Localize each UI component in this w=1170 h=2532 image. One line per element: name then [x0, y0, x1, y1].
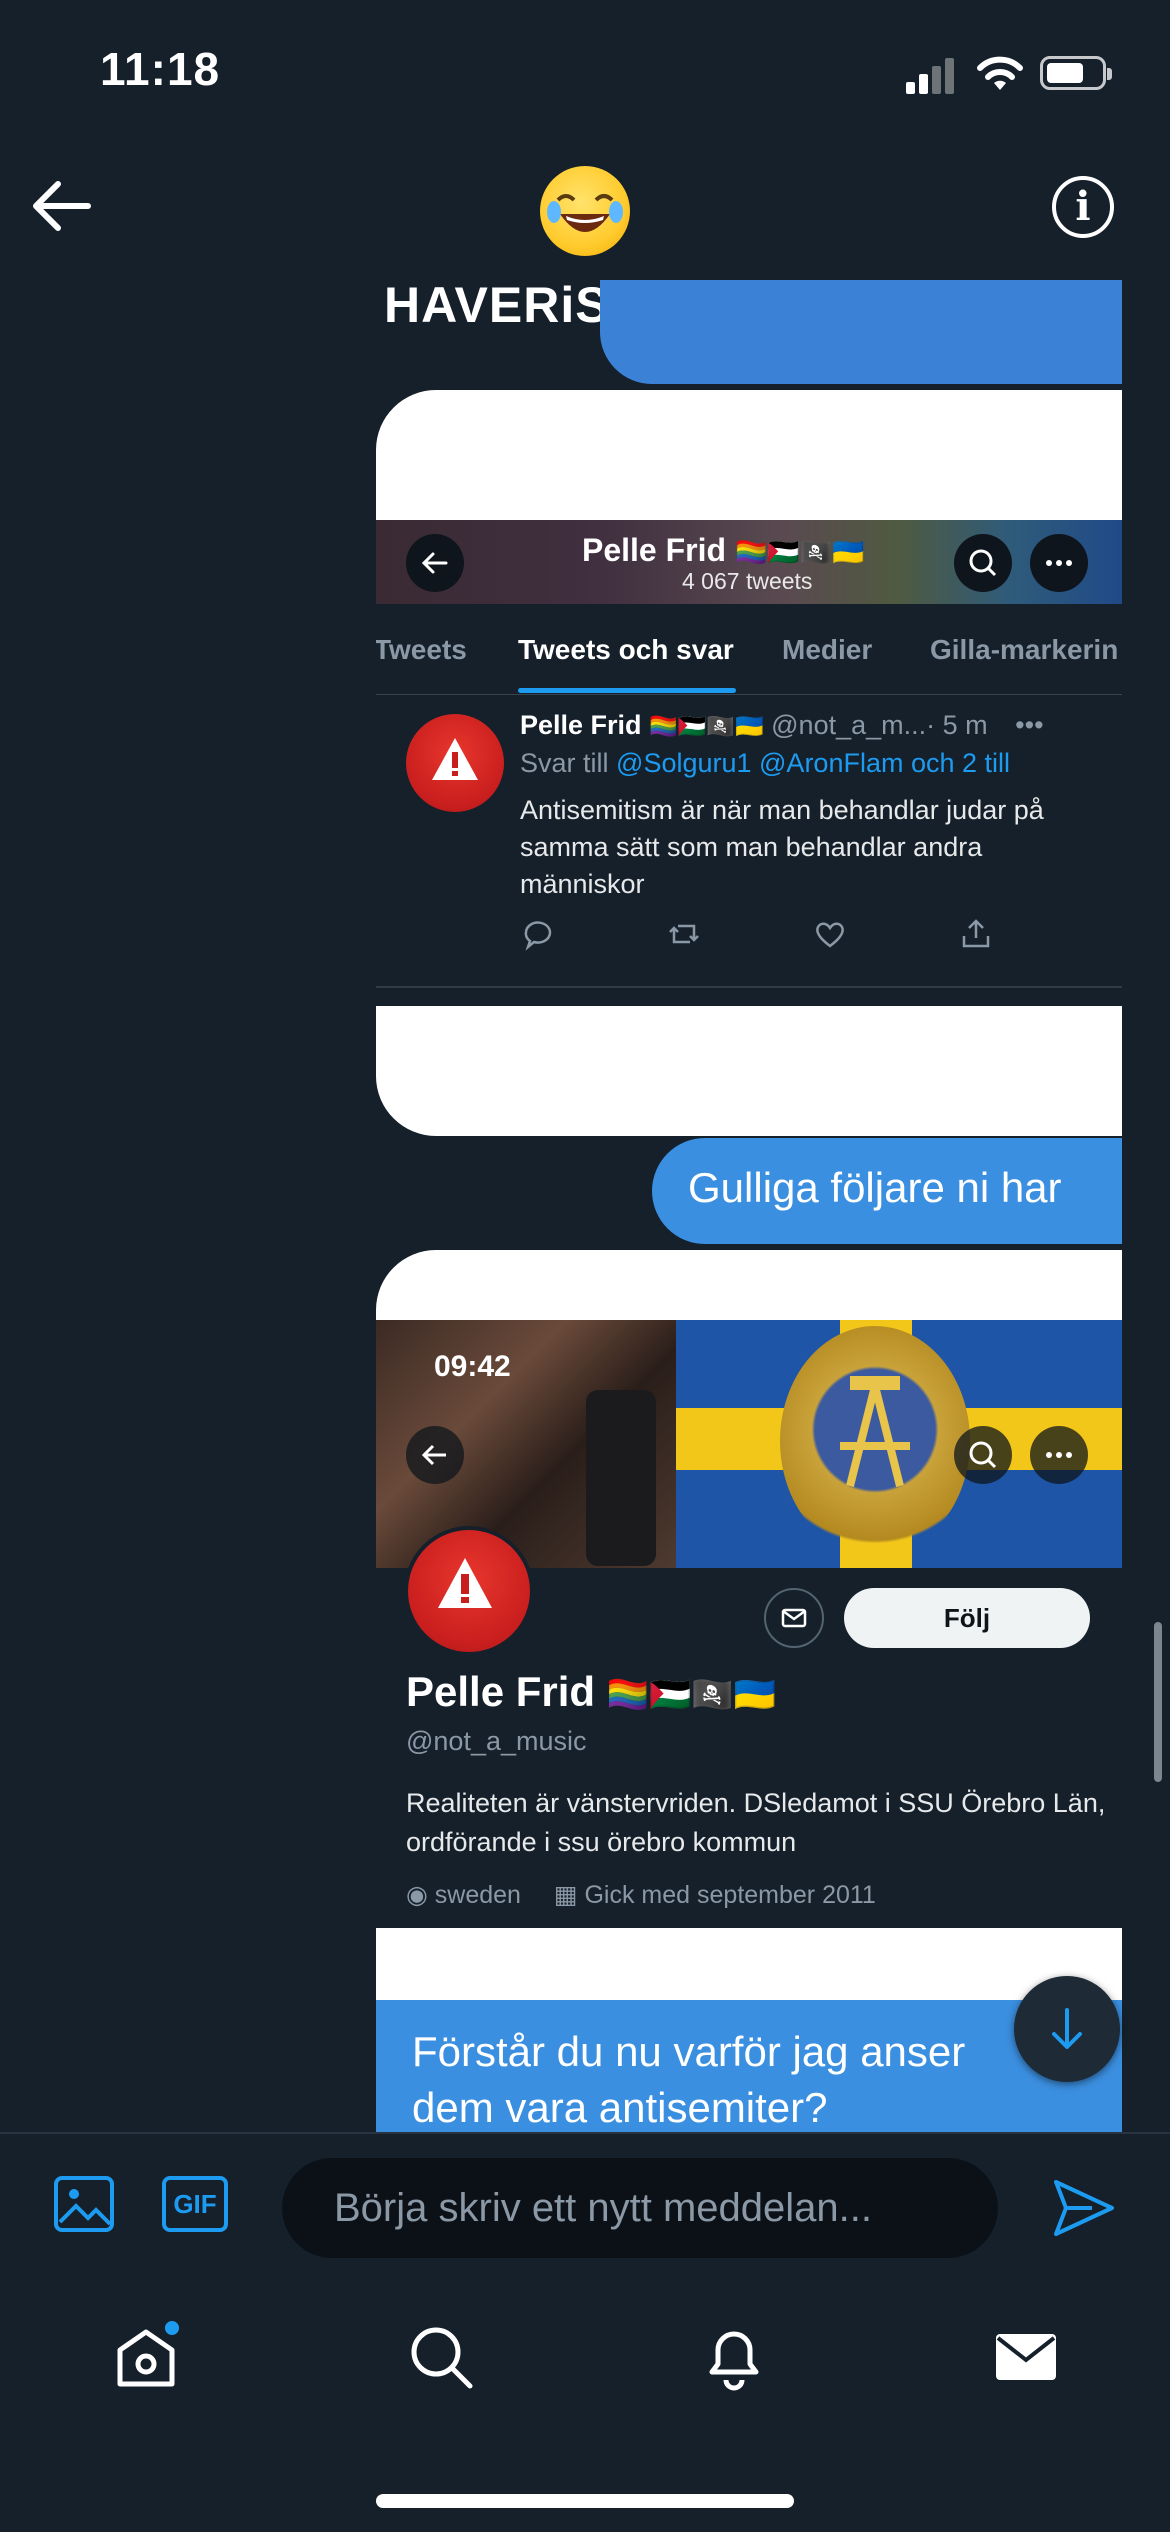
tweet-header: Pelle Frid 🏳️‍🌈🇵🇸🏴‍☠️🇺🇦 @not_a_m...· 5 m… — [520, 710, 1044, 740]
home-icon[interactable] — [110, 2320, 182, 2392]
scrollbar[interactable] — [1154, 1622, 1162, 1782]
active-tab-indicator — [518, 688, 736, 693]
sent-message-bubble[interactable]: Förstår du nu varför jag anser dem vara … — [376, 2000, 1122, 2140]
reply-icon — [520, 916, 556, 952]
message-input[interactable]: Börja skriv ett nytt meddelan... — [282, 2158, 998, 2258]
status-time: 11:18 — [100, 43, 221, 95]
message-text: Förstår du nu varför jag anser dem vara … — [412, 2028, 966, 2131]
reply-to-line: Svar till @Solguru1 @AronFlam och 2 till — [520, 748, 1011, 778]
image-message-bottom — [376, 1006, 1122, 1136]
message-input-placeholder: Börja skriv ett nytt meddelan... — [334, 2186, 873, 2230]
emblem-image — [780, 1326, 970, 1556]
search-icon — [954, 1426, 1012, 1484]
image-message-top — [376, 390, 1122, 530]
tab-tweets: Tweets — [376, 634, 467, 665]
image-message-tweet-screenshot[interactable]: Pelle Frid 🏳️‍🌈🇵🇸🏴‍☠️🇺🇦 4 067 tweets Twe… — [376, 520, 1122, 990]
phone-image — [586, 1390, 656, 1566]
calendar-icon: ▦ — [553, 1881, 578, 1909]
profile-meta: ◉ sweden ▦ Gick med september 2011 — [406, 1881, 876, 1909]
profile-name: Pelle Frid 🏳️‍🌈🇵🇸🏴‍☠️🇺🇦 — [406, 1668, 777, 1715]
image-message-profile-screenshot[interactable]: 09:42 Följ Pelle Frid 🏳️‍🌈🇵🇸🏴‍☠️🇺🇦 @not_… — [376, 1320, 1122, 1928]
tab-gilla-markeringar: Gilla-markerin — [930, 634, 1119, 665]
signal-icon — [906, 56, 958, 94]
profile-name: Pelle Frid 🏳️‍🌈🇵🇸🏴‍☠️🇺🇦 — [582, 532, 865, 568]
tweet-text: Antisemitism är när man behandlar judar … — [520, 795, 1044, 899]
profile-handle: @not_a_music — [406, 1726, 587, 1756]
profile-tabs: Tweets Tweets och svar Medier Gilla-mark… — [376, 604, 1122, 695]
gif-button[interactable]: GIF — [162, 2176, 228, 2232]
search-icon — [954, 534, 1012, 592]
mail-icon[interactable] — [990, 2320, 1062, 2392]
tweet-count: 4 067 tweets — [682, 568, 813, 594]
laughing-emoji-icon[interactable] — [540, 166, 630, 256]
share-icon — [958, 916, 994, 952]
home-indicator — [376, 2494, 794, 2508]
arrow-left-icon[interactable] — [30, 178, 92, 234]
bell-icon[interactable] — [698, 2320, 770, 2392]
mail-icon — [764, 1588, 824, 1648]
previous-message-bubble — [600, 280, 1122, 384]
send-icon[interactable] — [1052, 2176, 1116, 2240]
image-icon[interactable] — [52, 2172, 116, 2236]
message-text: Gulliga följare ni har — [688, 1164, 1062, 1211]
like-icon — [812, 916, 848, 952]
arrow-left-icon — [406, 534, 464, 592]
tweet-actions — [520, 916, 1040, 956]
embedded-time: 09:42 — [434, 1350, 511, 1383]
image-message-bottom — [376, 1928, 1122, 2008]
divider — [376, 986, 1122, 988]
tab-tweets-och-svar: Tweets och svar — [518, 634, 734, 665]
more-icon — [1030, 534, 1088, 592]
battery-icon — [1040, 56, 1112, 90]
location-icon: ◉ — [406, 1881, 428, 1909]
more-icon — [1030, 1426, 1088, 1484]
arrow-left-icon — [406, 1426, 464, 1484]
retweet-icon — [666, 916, 702, 952]
wifi-icon — [977, 56, 1023, 90]
sent-message-bubble[interactable]: Gulliga följare ni har — [652, 1138, 1122, 1244]
profile-bio: Realiteten är vänstervriden. DSledamot i… — [406, 1788, 1106, 1857]
search-icon[interactable] — [404, 2320, 476, 2392]
info-icon[interactable]: i — [1052, 176, 1114, 238]
profile-header-banner: Pelle Frid 🏳️‍🌈🇵🇸🏴‍☠️🇺🇦 4 067 tweets — [376, 520, 1122, 604]
scroll-to-bottom-button[interactable] — [1014, 1976, 1120, 2082]
avatar — [404, 1526, 534, 1656]
avatar — [406, 714, 504, 812]
follow-button: Följ — [844, 1588, 1090, 1648]
tab-medier: Medier — [782, 634, 873, 665]
